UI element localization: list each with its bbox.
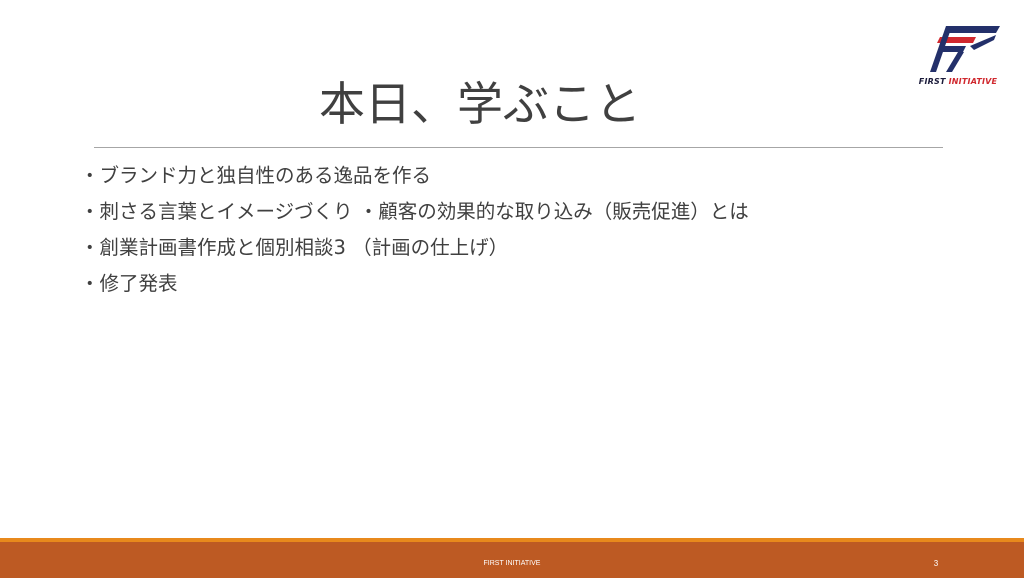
logo-wordmark: FIRST INITIATIVE — [906, 77, 1010, 86]
footer-bar: FIRST INITIATIVE 3 — [0, 542, 1024, 578]
logo-word-initiative: INITIATIVE — [948, 77, 998, 86]
bullet-item: ・ブランド力と独自性のある逸品を作る — [80, 164, 432, 187]
slide-title: 本日、学ぶこと — [319, 77, 641, 131]
first-initiative-emblem-icon — [930, 26, 1000, 72]
bullet-item: ・刺さる言葉とイメージづくり ・顧客の効果的な取り込み（販売促進）とは — [80, 200, 749, 223]
bullet-list: ・ブランド力と独自性のある逸品を作る ・刺さる言葉とイメージづくり ・顧客の効果… — [80, 160, 960, 304]
bullet-item: ・修了発表 — [80, 272, 178, 295]
first-initiative-logo: FIRST INITIATIVE — [906, 24, 1010, 90]
title-divider — [94, 147, 943, 148]
bullet-item: ・創業計画書作成と個別相談3 （計画の仕上げ） — [80, 236, 509, 259]
page-number: 3 — [933, 559, 939, 568]
slide: FIRST INITIATIVE 本日、学ぶこと ・ブランド力と独自性のある逸品… — [0, 0, 1024, 578]
logo-word-first: FIRST — [918, 77, 946, 86]
footer-text: FIRST INITIATIVE — [483, 560, 541, 567]
